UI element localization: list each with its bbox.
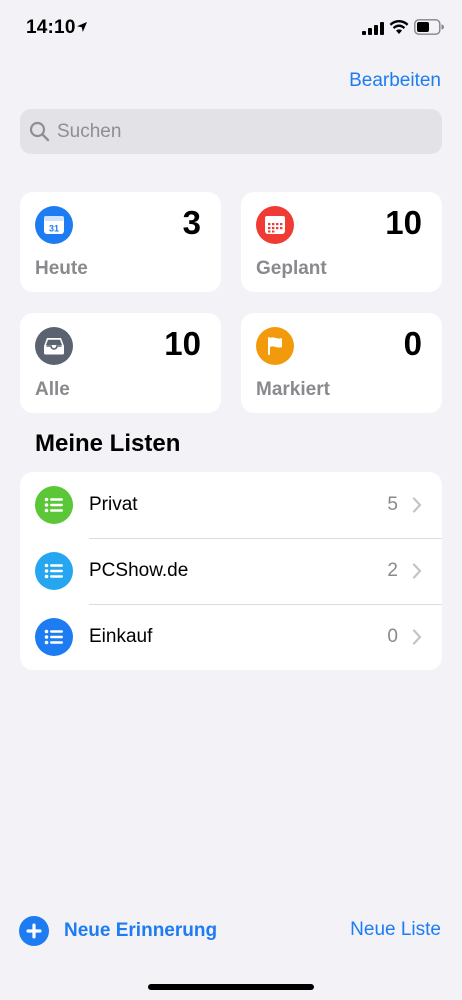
- list-item-name: PCShow.de: [89, 560, 189, 581]
- scheduled-count: 10: [385, 204, 422, 241]
- list-icon-circle: [35, 486, 73, 524]
- battery-icon: [414, 19, 444, 35]
- search-input[interactable]: [57, 109, 427, 154]
- smart-list-today[interactable]: 31 3 Heute: [20, 192, 221, 292]
- list-item-count: 0: [387, 626, 398, 647]
- search-field[interactable]: [20, 109, 442, 154]
- all-icon-circle: [35, 327, 73, 365]
- list-item-count: 2: [387, 560, 398, 581]
- flagged-count: 0: [403, 325, 422, 362]
- home-indicator[interactable]: [148, 984, 314, 990]
- today-icon-circle: 31: [35, 206, 73, 244]
- list-bullet-icon: [44, 497, 63, 513]
- scheduled-icon-circle: [256, 206, 294, 244]
- flagged-label: Markiert: [256, 379, 330, 400]
- list-bullet-icon: [44, 629, 63, 645]
- smart-list-all[interactable]: 10 Alle: [20, 313, 221, 413]
- new-list-button[interactable]: Neue Liste: [350, 919, 441, 941]
- list-icon-circle: [35, 552, 73, 590]
- list-item-name: Privat: [89, 494, 138, 515]
- all-count: 10: [164, 325, 201, 362]
- reminders-screen: 14:10 Bearbeiten Suchen 31 3 Heute 10 Ge…: [0, 0, 462, 1000]
- list-item-einkauf[interactable]: Einkauf 0: [20, 604, 442, 670]
- chevron-right-icon: [412, 629, 422, 645]
- new-reminder-button[interactable]: Neue Erinnerung: [19, 916, 217, 946]
- chevron-right-icon: [412, 497, 422, 513]
- flag-icon: [268, 337, 282, 355]
- new-reminder-label: Neue Erinnerung: [64, 920, 218, 941]
- status-time: 14:10: [26, 17, 76, 38]
- tray-icon: [44, 338, 64, 355]
- all-label: Alle: [35, 379, 70, 400]
- list-item-count: 5: [387, 494, 398, 515]
- today-count: 3: [182, 204, 201, 241]
- flagged-icon-circle: [256, 327, 294, 365]
- my-lists-title: Meine Listen: [35, 430, 181, 457]
- my-lists-card: Privat 5 PCShow.de 2 Einkauf 0: [20, 472, 442, 670]
- calendar-today-icon: 31: [44, 216, 64, 234]
- smart-list-scheduled[interactable]: 10 Geplant: [241, 192, 442, 292]
- list-bullet-icon: [44, 563, 63, 579]
- scheduled-label: Geplant: [256, 258, 327, 279]
- today-label: Heute: [35, 258, 88, 279]
- plus-circle-icon: [19, 916, 49, 946]
- smart-list-flagged[interactable]: 0 Markiert: [241, 313, 442, 413]
- list-item-privat[interactable]: Privat 5: [20, 472, 442, 538]
- edit-button[interactable]: Bearbeiten: [349, 70, 441, 92]
- wifi-icon: [389, 19, 409, 34]
- calendar-scheduled-icon: [265, 216, 285, 234]
- signal-icon: [362, 22, 384, 35]
- list-item-name: Einkauf: [89, 626, 153, 647]
- search-icon: [29, 121, 50, 142]
- calendar-today-number: 31: [49, 224, 59, 234]
- location-arrow-icon: [77, 22, 87, 32]
- chevron-right-icon: [412, 563, 422, 579]
- list-item-pcshow[interactable]: PCShow.de 2: [20, 538, 442, 604]
- status-bar: 14:10: [0, 0, 462, 56]
- list-icon-circle: [35, 618, 73, 656]
